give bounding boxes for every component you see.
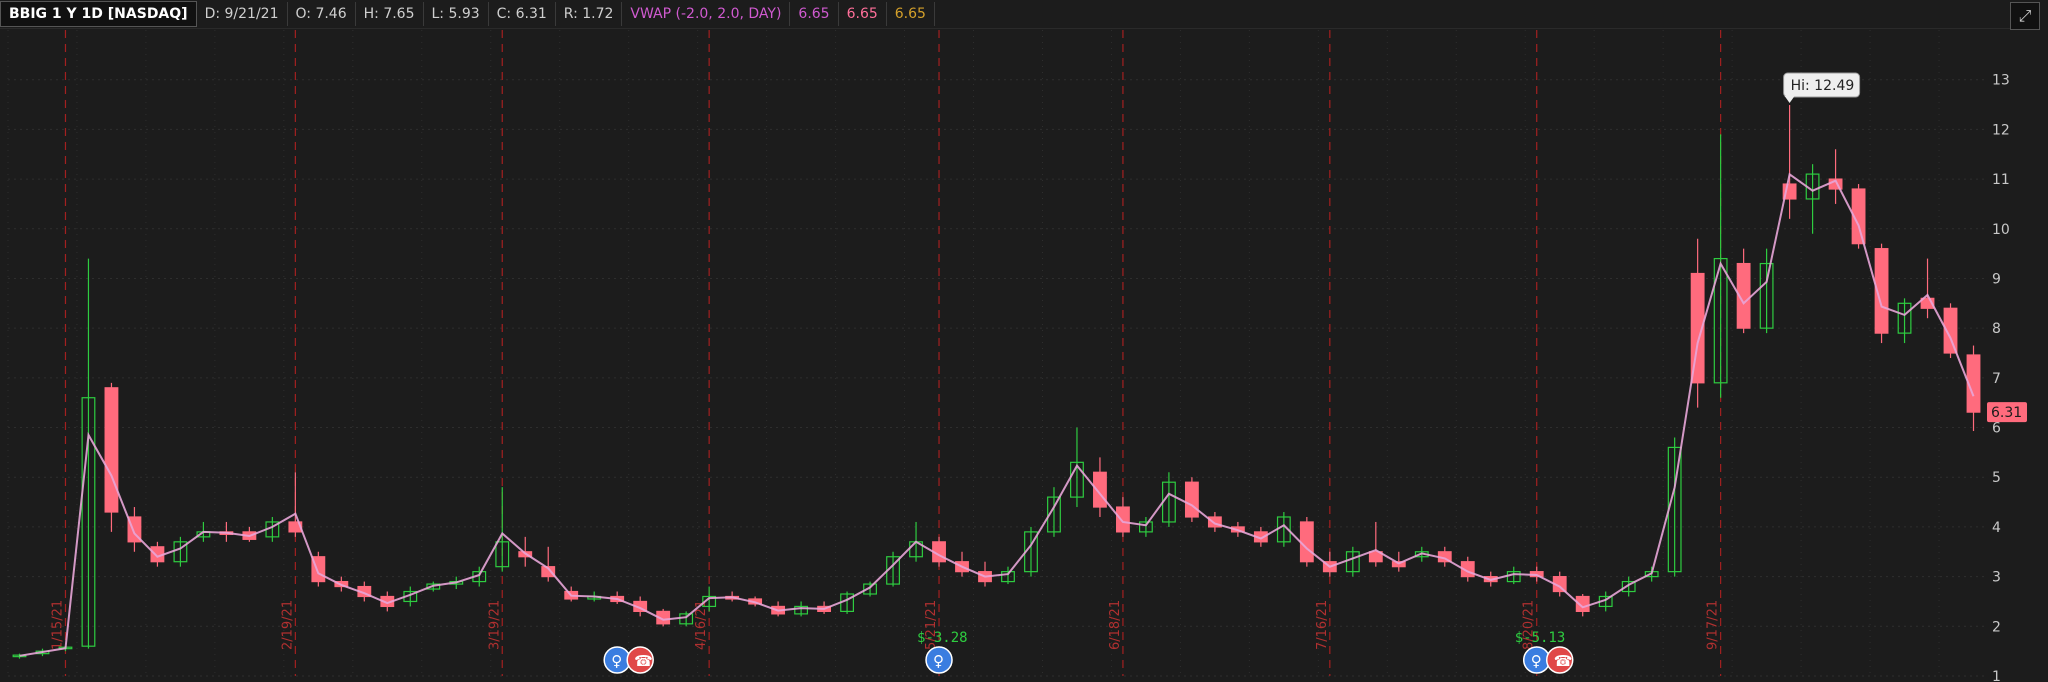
bulb-icon-glyph: ♀ [611, 652, 622, 670]
earnings-annotation: $-5.13 [1515, 630, 1566, 646]
price-chart[interactable]: 123456789101112131/15/21 2/19/21 3/19/21 4/… [0, 0, 2048, 682]
x-tick-label: 6/18/21 [1108, 600, 1123, 650]
y-tick-label: 13 [1992, 73, 2010, 89]
x-tick-label: 2/19/21 [280, 600, 295, 650]
y-tick-label: 11 [1992, 172, 2010, 188]
hi-label-pointer [1784, 96, 1795, 104]
y-tick-label: 5 [1992, 470, 2001, 486]
x-tick-label: 4/16/21 [694, 600, 709, 650]
candle-body [1184, 481, 1199, 518]
candle-body [1299, 521, 1314, 563]
y-tick-label: 12 [1992, 122, 2010, 138]
earnings-annotation: $-3.28 [917, 630, 968, 646]
y-tick-label: 1 [1992, 669, 2001, 682]
phone-icon-glyph: ☎ [1554, 652, 1573, 670]
last-price-label: 6.31 [1991, 405, 2022, 421]
bulb-icon-glyph: ♀ [1531, 652, 1542, 670]
y-tick-label: 6 [1992, 421, 2001, 437]
x-tick-label: 1/15/21 [50, 600, 65, 650]
y-tick-label: 4 [1992, 520, 2001, 536]
hi-label: Hi: 12.49 [1791, 78, 1855, 94]
y-tick-label: 2 [1992, 619, 2001, 635]
bulb-icon-glyph: ♀ [933, 652, 944, 670]
y-tick-label: 8 [1992, 321, 2001, 337]
candle-body [104, 387, 119, 513]
y-tick-label: 10 [1992, 222, 2010, 238]
y-tick-label: 3 [1992, 570, 2001, 586]
vwap-line [19, 172, 1975, 657]
x-tick-label: 7/16/21 [1315, 600, 1330, 650]
y-tick-label: 7 [1992, 371, 2001, 387]
x-tick-label: 9/17/21 [1706, 600, 1721, 650]
phone-icon-glyph: ☎ [634, 652, 653, 670]
x-tick-label: 3/19/21 [487, 600, 502, 650]
candle-body [1116, 506, 1130, 533]
y-tick-label: 9 [1992, 271, 2001, 287]
